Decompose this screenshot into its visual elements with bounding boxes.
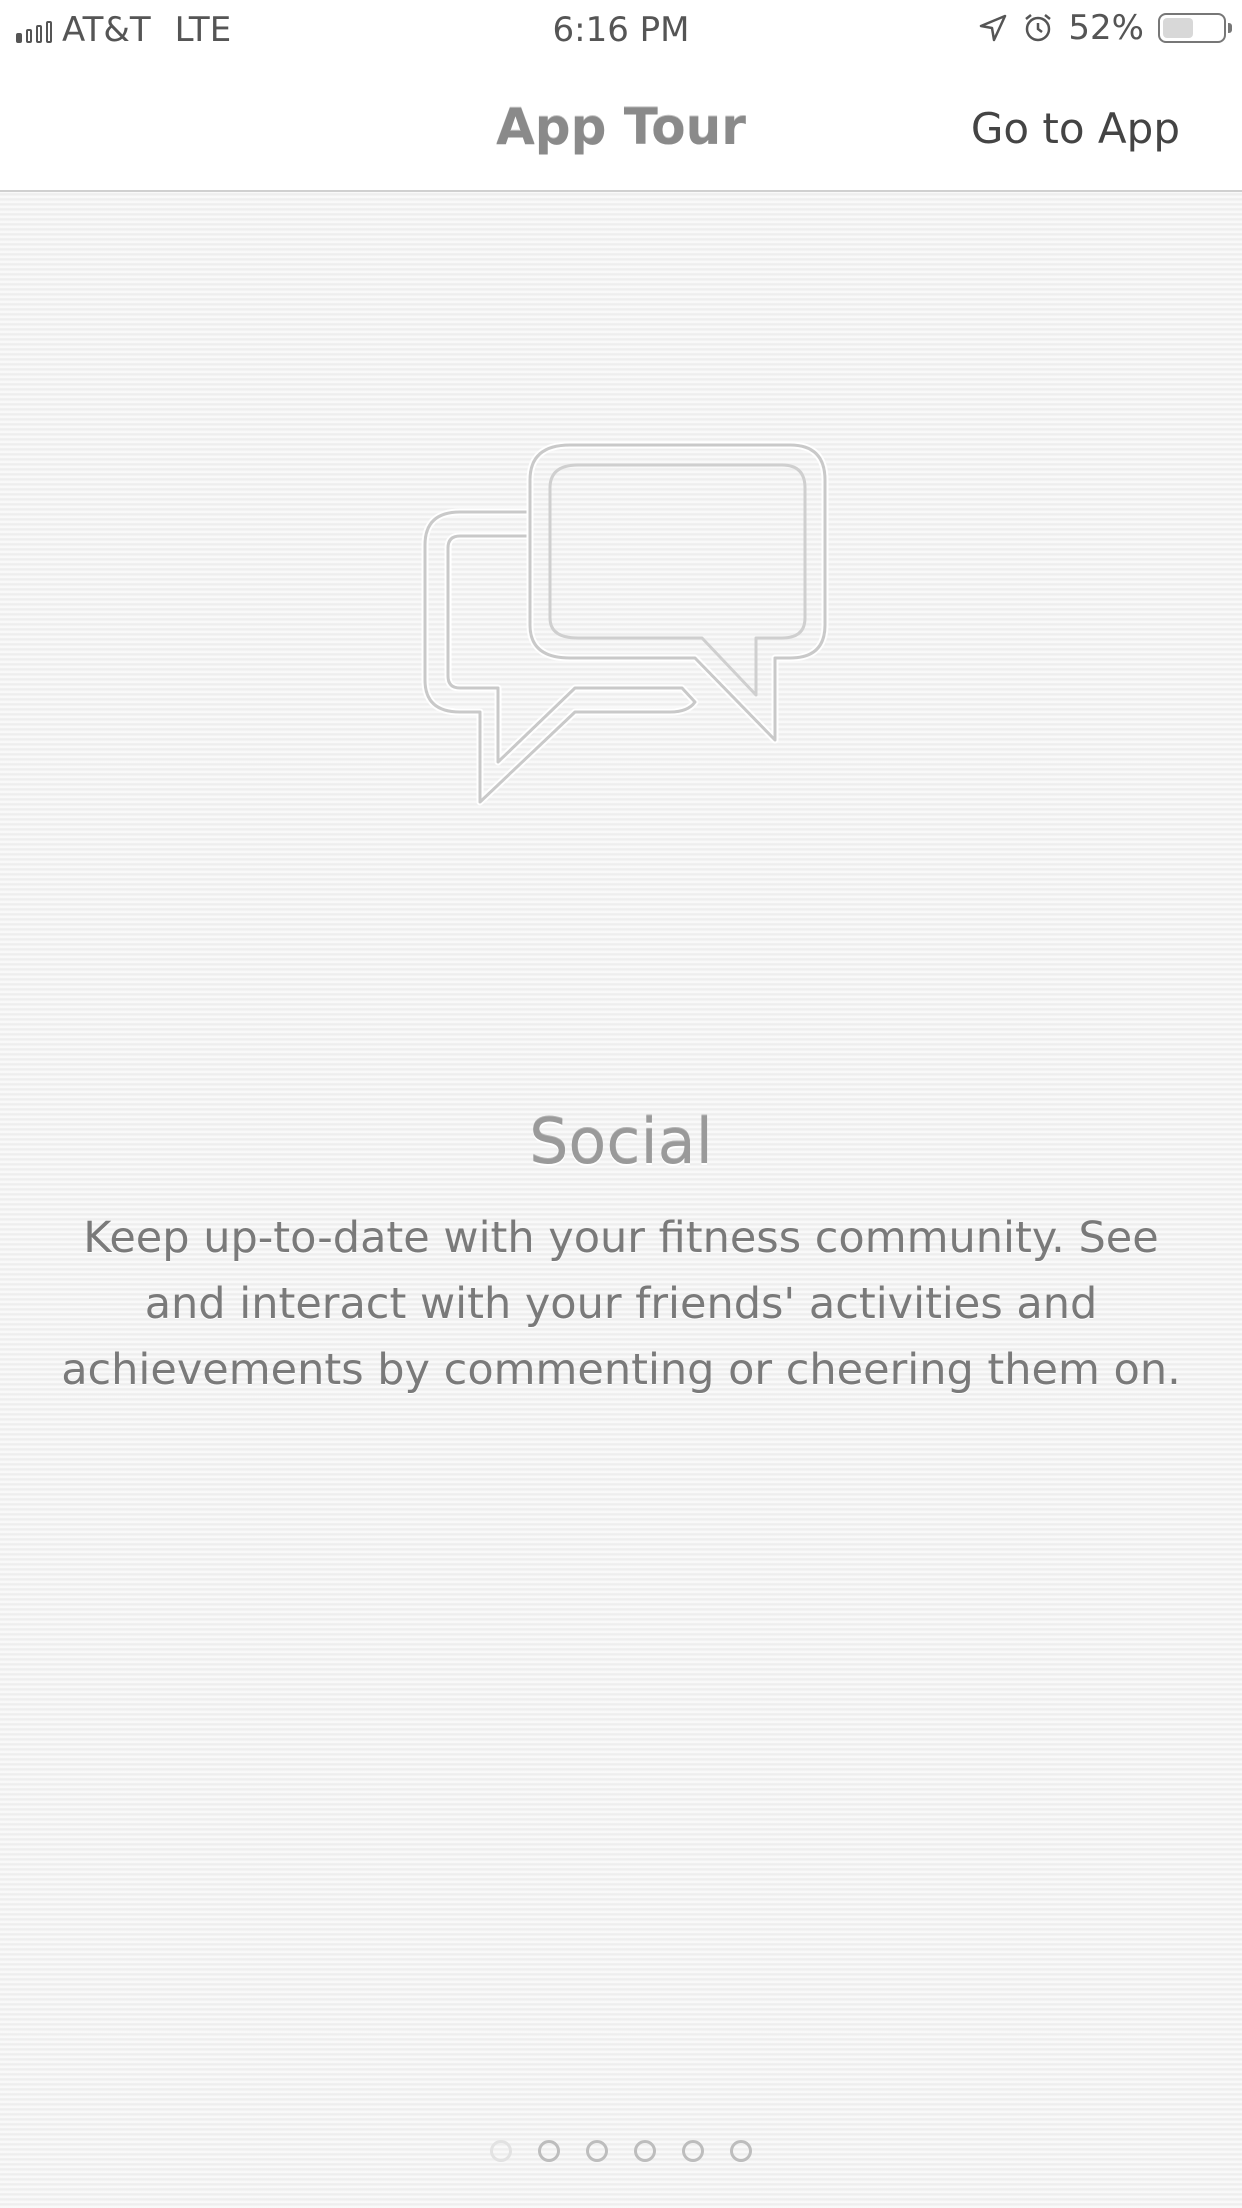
page-dot-6[interactable] bbox=[730, 2140, 752, 2162]
slide-description: Keep up-to-date with your fitness commun… bbox=[61, 1213, 1181, 1395]
alarm-clock-icon bbox=[1025, 14, 1052, 42]
battery-percent: 52% bbox=[1068, 8, 1144, 48]
go-to-app-button[interactable]: Go to App bbox=[971, 104, 1180, 153]
page-dot-5[interactable] bbox=[682, 2140, 704, 2162]
status-bar: AT&T LTE 6:16 PM 52% bbox=[0, 0, 1242, 60]
page-dot-1[interactable] bbox=[490, 2140, 512, 2162]
page-indicator[interactable] bbox=[0, 2140, 1242, 2162]
battery-level-fill bbox=[1163, 18, 1193, 38]
page-dot-4[interactable] bbox=[634, 2140, 656, 2162]
location-arrow-icon bbox=[980, 14, 1007, 42]
page-dot-3[interactable] bbox=[586, 2140, 608, 2162]
page-dot-2[interactable] bbox=[538, 2140, 560, 2162]
navigation-bar: App Tour Go to App bbox=[0, 60, 1242, 192]
battery-icon bbox=[1158, 13, 1232, 43]
app-tour-screen: AT&T LTE 6:16 PM 52% App Tour Go to App bbox=[0, 0, 1242, 2208]
chat-bubbles-icon bbox=[421, 441, 829, 806]
slide-title: Social bbox=[529, 1105, 713, 1178]
status-right: 52% bbox=[978, 8, 1232, 48]
